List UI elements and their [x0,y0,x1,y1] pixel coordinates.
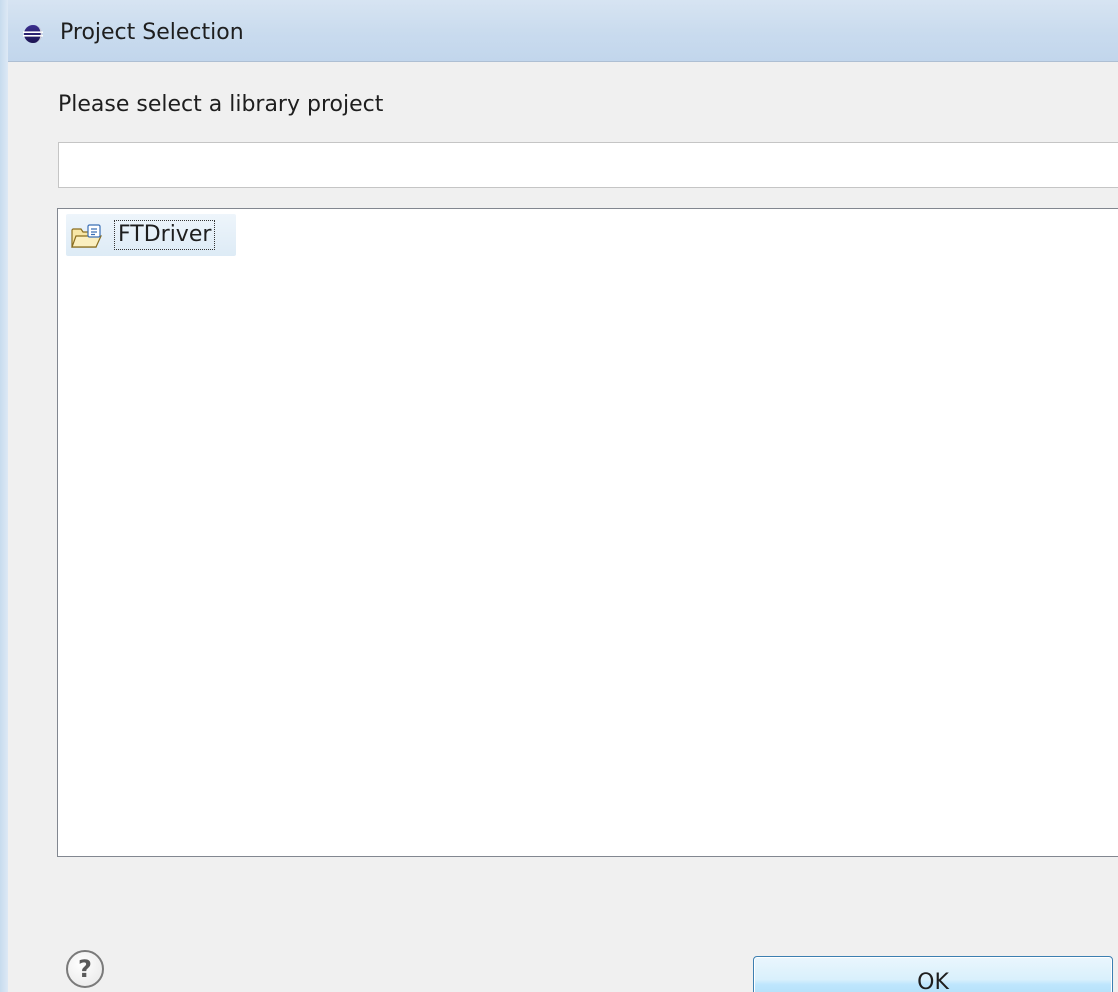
android-library-project-folder-icon [70,223,104,249]
ok-button[interactable]: OK [753,956,1113,992]
list-item-label: FTDriver [114,220,216,250]
project-selection-dialog: Project Selection Please select a librar… [0,0,1118,992]
help-button[interactable]: ? [66,950,104,988]
eclipse-icon [23,24,43,44]
title-bar[interactable]: Project Selection [8,0,1118,62]
project-list[interactable]: FTDriver [57,208,1118,857]
list-item-ftdriver[interactable]: FTDriver [66,214,236,256]
question-mark-icon: ? [78,955,92,983]
window-frame-left [0,0,8,992]
prompt-label: Please select a library project [58,92,384,117]
window-title: Project Selection [60,20,244,45]
dialog-content: Please select a library project FTDriver… [8,62,1118,992]
filter-input[interactable] [58,142,1118,188]
